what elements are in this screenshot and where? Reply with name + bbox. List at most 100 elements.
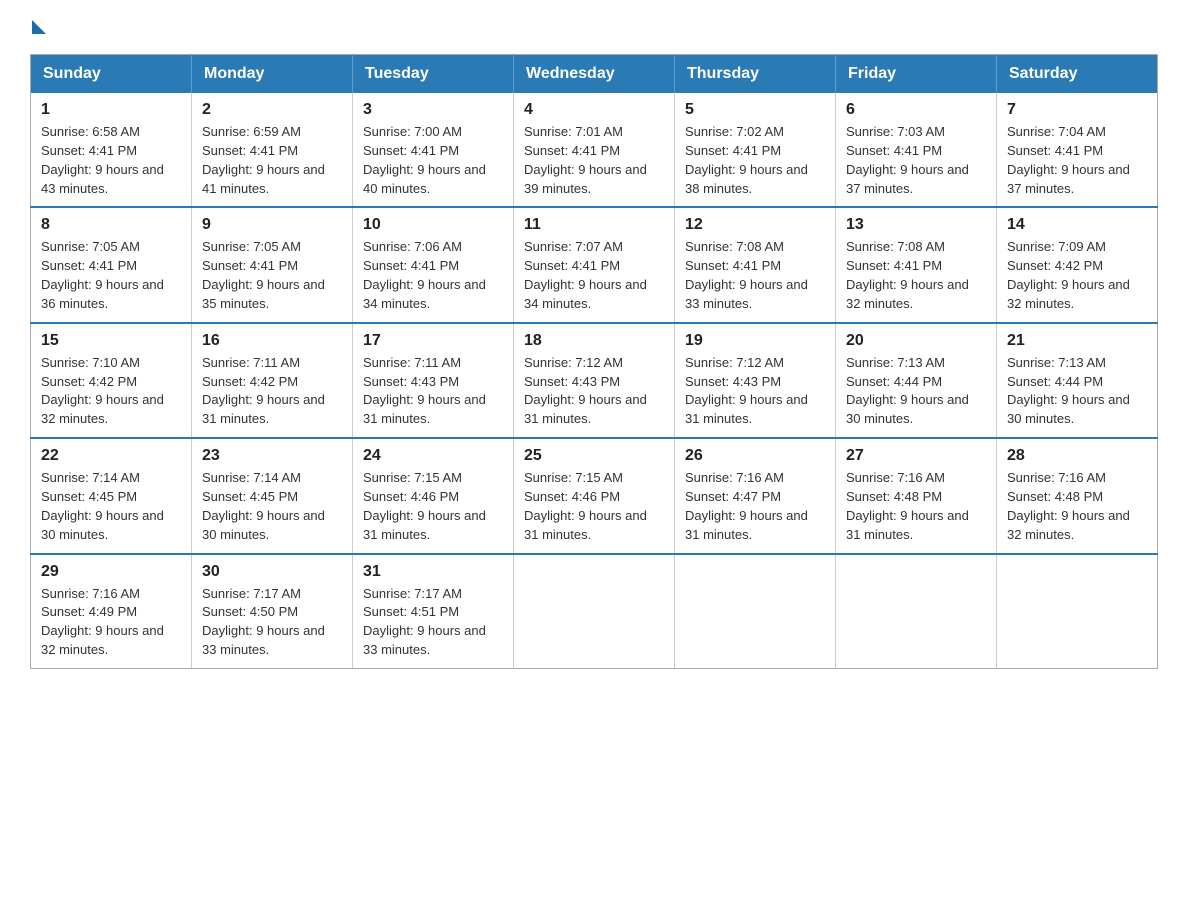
calendar-cell: 22 Sunrise: 7:14 AMSunset: 4:45 PMDayligh… xyxy=(31,438,192,553)
day-of-week-header: Thursday xyxy=(675,55,836,94)
day-info: Sunrise: 7:07 AMSunset: 4:41 PMDaylight:… xyxy=(524,238,664,313)
calendar-cell: 13 Sunrise: 7:08 AMSunset: 4:41 PMDayligh… xyxy=(836,207,997,322)
day-number: 25 xyxy=(524,447,664,465)
day-number: 8 xyxy=(41,216,181,234)
calendar-cell xyxy=(997,554,1158,669)
calendar-cell: 28 Sunrise: 7:16 AMSunset: 4:48 PMDayligh… xyxy=(997,438,1158,553)
calendar-cell: 21Sunrise: 7:13 AMSunset: 4:44 PMDayligh… xyxy=(997,323,1158,438)
day-info: Sunrise: 7:13 AMSunset: 4:44 PMDaylight:… xyxy=(1007,354,1147,429)
calendar-cell: 27Sunrise: 7:16 AMSunset: 4:48 PMDayligh… xyxy=(836,438,997,553)
day-info: Sunrise: 7:04 AMSunset: 4:41 PMDaylight:… xyxy=(1007,123,1147,198)
day-number: 23 xyxy=(202,447,342,465)
calendar-cell: 20 Sunrise: 7:13 AMSunset: 4:44 PMDayligh… xyxy=(836,323,997,438)
calendar-cell: 24 Sunrise: 7:15 AMSunset: 4:46 PMDayligh… xyxy=(353,438,514,553)
calendar-cell: 25 Sunrise: 7:15 AMSunset: 4:46 PMDayligh… xyxy=(514,438,675,553)
day-number: 10 xyxy=(363,216,503,234)
calendar-cell: 23 Sunrise: 7:14 AMSunset: 4:45 PMDayligh… xyxy=(192,438,353,553)
calendar-cell: 19Sunrise: 7:12 AMSunset: 4:43 PMDayligh… xyxy=(675,323,836,438)
calendar-cell: 8 Sunrise: 7:05 AMSunset: 4:41 PMDaylight… xyxy=(31,207,192,322)
calendar-cell: 2 Sunrise: 6:59 AMSunset: 4:41 PMDaylight… xyxy=(192,93,353,207)
calendar-cell: 6 Sunrise: 7:03 AMSunset: 4:41 PMDaylight… xyxy=(836,93,997,207)
day-number: 17 xyxy=(363,332,503,350)
day-number: 3 xyxy=(363,101,503,119)
calendar-cell: 31 Sunrise: 7:17 AMSunset: 4:51 PMDayligh… xyxy=(353,554,514,669)
calendar-week-row: 8 Sunrise: 7:05 AMSunset: 4:41 PMDaylight… xyxy=(31,207,1158,322)
day-number: 31 xyxy=(363,563,503,581)
page-header xyxy=(30,20,1158,34)
day-info: Sunrise: 7:15 AMSunset: 4:46 PMDaylight:… xyxy=(524,469,664,544)
day-number: 13 xyxy=(846,216,986,234)
day-info: Sunrise: 7:01 AMSunset: 4:41 PMDaylight:… xyxy=(524,123,664,198)
day-number: 20 xyxy=(846,332,986,350)
calendar-cell xyxy=(836,554,997,669)
day-number: 7 xyxy=(1007,101,1147,119)
day-number: 9 xyxy=(202,216,342,234)
day-number: 14 xyxy=(1007,216,1147,234)
calendar-cell: 26Sunrise: 7:16 AMSunset: 4:47 PMDayligh… xyxy=(675,438,836,553)
day-info: Sunrise: 7:16 AMSunset: 4:49 PMDaylight:… xyxy=(41,585,181,660)
day-of-week-header: Tuesday xyxy=(353,55,514,94)
day-info: Sunrise: 7:11 AMSunset: 4:43 PMDaylight:… xyxy=(363,354,503,429)
day-number: 12 xyxy=(685,216,825,234)
day-info: Sunrise: 7:10 AMSunset: 4:42 PMDaylight:… xyxy=(41,354,181,429)
day-info: Sunrise: 7:12 AMSunset: 4:43 PMDaylight:… xyxy=(524,354,664,429)
day-number: 4 xyxy=(524,101,664,119)
day-number: 24 xyxy=(363,447,503,465)
calendar-cell: 18 Sunrise: 7:12 AMSunset: 4:43 PMDayligh… xyxy=(514,323,675,438)
day-info: Sunrise: 7:06 AMSunset: 4:41 PMDaylight:… xyxy=(363,238,503,313)
calendar-week-row: 22 Sunrise: 7:14 AMSunset: 4:45 PMDayligh… xyxy=(31,438,1158,553)
day-number: 16 xyxy=(202,332,342,350)
day-info: Sunrise: 6:58 AMSunset: 4:41 PMDaylight:… xyxy=(41,123,181,198)
day-of-week-header: Sunday xyxy=(31,55,192,94)
day-info: Sunrise: 7:11 AMSunset: 4:42 PMDaylight:… xyxy=(202,354,342,429)
day-of-week-header: Wednesday xyxy=(514,55,675,94)
day-info: Sunrise: 7:03 AMSunset: 4:41 PMDaylight:… xyxy=(846,123,986,198)
calendar-cell: 12 Sunrise: 7:08 AMSunset: 4:41 PMDayligh… xyxy=(675,207,836,322)
day-info: Sunrise: 7:13 AMSunset: 4:44 PMDaylight:… xyxy=(846,354,986,429)
calendar-cell: 16 Sunrise: 7:11 AMSunset: 4:42 PMDayligh… xyxy=(192,323,353,438)
day-number: 1 xyxy=(41,101,181,119)
day-number: 6 xyxy=(846,101,986,119)
calendar-week-row: 15 Sunrise: 7:10 AMSunset: 4:42 PMDayligh… xyxy=(31,323,1158,438)
day-number: 30 xyxy=(202,563,342,581)
day-info: Sunrise: 7:08 AMSunset: 4:41 PMDaylight:… xyxy=(846,238,986,313)
day-number: 19 xyxy=(685,332,825,350)
calendar-cell xyxy=(675,554,836,669)
day-number: 11 xyxy=(524,216,664,234)
day-number: 5 xyxy=(685,101,825,119)
day-number: 29 xyxy=(41,563,181,581)
calendar-cell: 29 Sunrise: 7:16 AMSunset: 4:49 PMDayligh… xyxy=(31,554,192,669)
calendar-cell: 7 Sunrise: 7:04 AMSunset: 4:41 PMDaylight… xyxy=(997,93,1158,207)
day-number: 22 xyxy=(41,447,181,465)
logo-triangle-icon xyxy=(32,20,46,34)
day-number: 18 xyxy=(524,332,664,350)
calendar-cell: 1 Sunrise: 6:58 AMSunset: 4:41 PMDaylight… xyxy=(31,93,192,207)
day-info: Sunrise: 7:17 AMSunset: 4:51 PMDaylight:… xyxy=(363,585,503,660)
day-number: 28 xyxy=(1007,447,1147,465)
calendar-cell: 11 Sunrise: 7:07 AMSunset: 4:41 PMDayligh… xyxy=(514,207,675,322)
day-of-week-header: Saturday xyxy=(997,55,1158,94)
day-info: Sunrise: 7:16 AMSunset: 4:48 PMDaylight:… xyxy=(846,469,986,544)
calendar-cell: 9 Sunrise: 7:05 AMSunset: 4:41 PMDaylight… xyxy=(192,207,353,322)
calendar-week-row: 29 Sunrise: 7:16 AMSunset: 4:49 PMDayligh… xyxy=(31,554,1158,669)
calendar-cell: 30Sunrise: 7:17 AMSunset: 4:50 PMDayligh… xyxy=(192,554,353,669)
day-info: Sunrise: 7:14 AMSunset: 4:45 PMDaylight:… xyxy=(41,469,181,544)
day-info: Sunrise: 7:15 AMSunset: 4:46 PMDaylight:… xyxy=(363,469,503,544)
day-info: Sunrise: 7:14 AMSunset: 4:45 PMDaylight:… xyxy=(202,469,342,544)
day-info: Sunrise: 7:05 AMSunset: 4:41 PMDaylight:… xyxy=(202,238,342,313)
day-number: 2 xyxy=(202,101,342,119)
calendar-cell: 5Sunrise: 7:02 AMSunset: 4:41 PMDaylight… xyxy=(675,93,836,207)
day-info: Sunrise: 7:00 AMSunset: 4:41 PMDaylight:… xyxy=(363,123,503,198)
calendar-cell: 14Sunrise: 7:09 AMSunset: 4:42 PMDayligh… xyxy=(997,207,1158,322)
calendar-cell: 10 Sunrise: 7:06 AMSunset: 4:41 PMDayligh… xyxy=(353,207,514,322)
calendar-cell: 3 Sunrise: 7:00 AMSunset: 4:41 PMDaylight… xyxy=(353,93,514,207)
calendar-cell: 15 Sunrise: 7:10 AMSunset: 4:42 PMDayligh… xyxy=(31,323,192,438)
day-info: Sunrise: 7:16 AMSunset: 4:48 PMDaylight:… xyxy=(1007,469,1147,544)
day-info: Sunrise: 6:59 AMSunset: 4:41 PMDaylight:… xyxy=(202,123,342,198)
day-info: Sunrise: 7:08 AMSunset: 4:41 PMDaylight:… xyxy=(685,238,825,313)
calendar-cell xyxy=(514,554,675,669)
day-number: 15 xyxy=(41,332,181,350)
day-info: Sunrise: 7:05 AMSunset: 4:41 PMDaylight:… xyxy=(41,238,181,313)
day-of-week-header: Monday xyxy=(192,55,353,94)
calendar-cell: 4 Sunrise: 7:01 AMSunset: 4:41 PMDaylight… xyxy=(514,93,675,207)
